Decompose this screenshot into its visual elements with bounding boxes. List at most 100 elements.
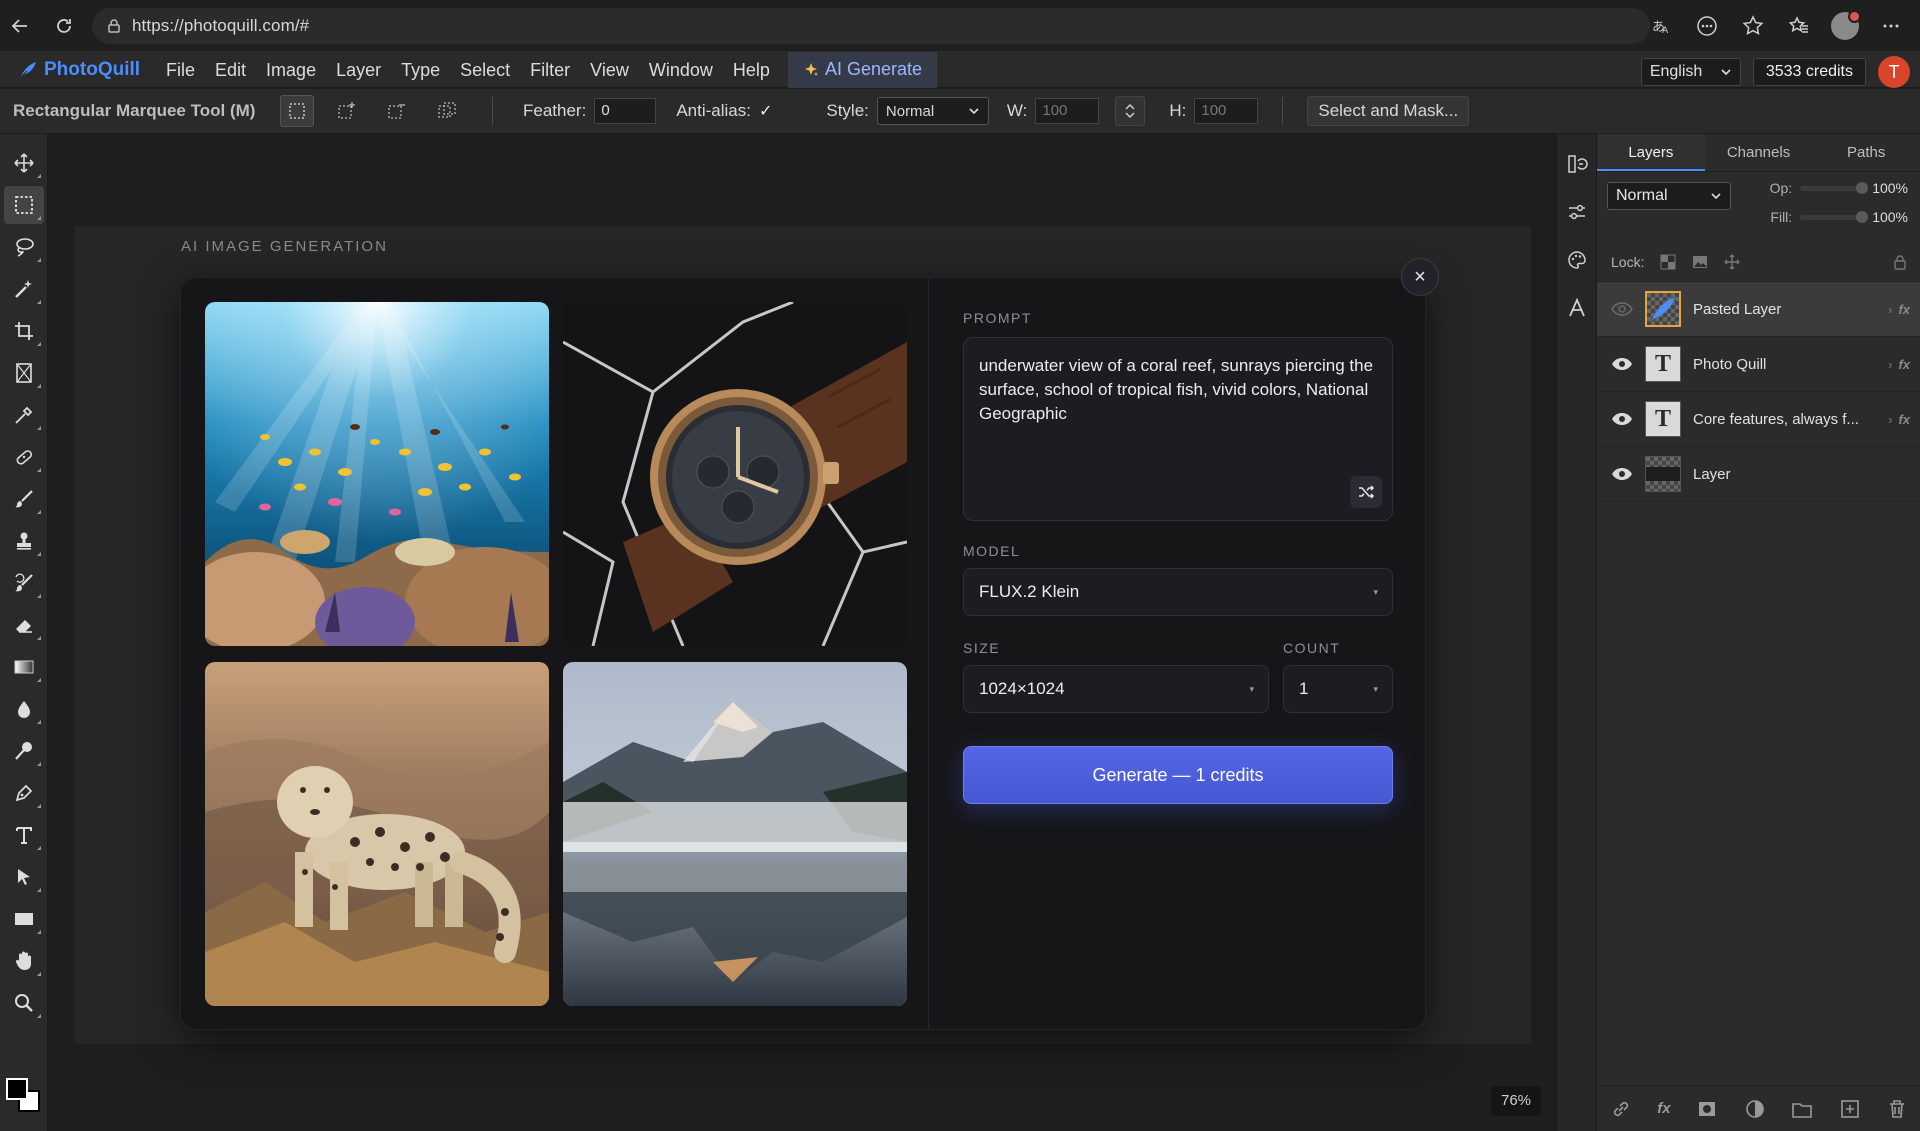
tab-paths[interactable]: Paths — [1812, 134, 1920, 171]
height-input[interactable]: 100 — [1194, 98, 1259, 124]
width-input[interactable]: 100 — [1035, 98, 1100, 124]
menu-layer[interactable]: Layer — [326, 52, 391, 88]
add-mask-icon[interactable] — [1696, 1098, 1718, 1120]
lock-transparent-icon[interactable] — [1660, 254, 1676, 270]
add-layer-style-button[interactable]: fx — [1657, 1100, 1670, 1117]
shuffle-prompt-icon[interactable] — [1350, 476, 1382, 508]
opacity-slider[interactable] — [1800, 181, 1869, 194]
back-icon[interactable] — [0, 6, 40, 46]
pen-tool-icon[interactable] — [4, 774, 44, 812]
eraser-tool-icon[interactable] — [4, 606, 44, 644]
adjustments-panel-icon[interactable] — [1557, 188, 1597, 236]
menu-filter[interactable]: Filter — [520, 52, 580, 88]
new-group-icon[interactable] — [1791, 1098, 1813, 1120]
menu-help[interactable]: Help — [723, 52, 780, 88]
eye-icon[interactable] — [1611, 302, 1633, 316]
layer-name[interactable]: Core features, always f... — [1693, 411, 1859, 428]
eyedropper-tool-icon[interactable] — [4, 396, 44, 434]
intersect-selection-icon[interactable] — [430, 95, 464, 127]
hand-tool-icon[interactable] — [4, 942, 44, 980]
color-palette-icon[interactable] — [1557, 236, 1597, 284]
feather-input[interactable]: 0 — [594, 98, 657, 124]
coral-reef-image[interactable] — [205, 302, 549, 646]
layer-fx-toggle[interactable]: fx — [1888, 412, 1910, 427]
path-selection-tool-icon[interactable] — [4, 858, 44, 896]
menu-ai-generate[interactable]: AI Generate — [787, 51, 937, 88]
opacity-control[interactable]: Op: 100% — [1770, 180, 1908, 196]
swap-dimensions-icon[interactable] — [1115, 96, 1146, 126]
layer-row[interactable]: T Photo Quill fx — [1597, 337, 1920, 392]
style-select[interactable]: Normal — [876, 97, 989, 125]
color-swatches[interactable] — [6, 1078, 42, 1114]
blend-mode-select[interactable]: Normal — [1607, 182, 1731, 210]
character-panel-icon[interactable] — [1557, 284, 1597, 332]
layer-name[interactable]: Photo Quill — [1693, 356, 1766, 373]
model-select[interactable]: FLUX.2 Klein ▾ — [963, 568, 1393, 616]
eye-icon[interactable] — [1611, 412, 1633, 426]
mountain-lake-image[interactable] — [563, 662, 907, 1006]
select-and-mask-button[interactable]: Select and Mask... — [1307, 96, 1470, 126]
language-select[interactable]: English — [1640, 58, 1741, 86]
prompt-textarea[interactable]: underwater view of a coral reef, sunrays… — [963, 337, 1393, 521]
type-tool-icon[interactable] — [4, 816, 44, 854]
antialias-checkbox[interactable]: ✓ — [759, 101, 772, 121]
layer-name[interactable]: Pasted Layer — [1693, 301, 1781, 318]
marquee-tool-icon[interactable] — [4, 186, 44, 224]
fill-control[interactable]: Fill: 100% — [1770, 209, 1908, 225]
lock-image-icon[interactable] — [1692, 254, 1708, 270]
blur-tool-icon[interactable] — [4, 690, 44, 728]
tab-channels[interactable]: Channels — [1705, 134, 1813, 171]
link-layers-icon[interactable] — [1610, 1098, 1632, 1120]
brand[interactable]: PhotoQuill — [0, 59, 156, 81]
eye-icon[interactable] — [1611, 467, 1633, 481]
crop-tool-icon[interactable] — [4, 312, 44, 350]
size-select[interactable]: 1024×1024 ▾ — [963, 665, 1269, 713]
translate-icon[interactable]: あA — [1640, 6, 1682, 46]
credits-badge[interactable]: 3533 credits — [1752, 58, 1866, 86]
eye-icon[interactable] — [1611, 357, 1633, 371]
menu-edit[interactable]: Edit — [205, 52, 256, 88]
clone-stamp-tool-icon[interactable] — [4, 522, 44, 560]
tab-layers[interactable]: Layers — [1597, 134, 1705, 171]
layer-name[interactable]: Layer — [1693, 466, 1731, 483]
favorites-icon[interactable] — [1778, 6, 1820, 46]
frame-tool-icon[interactable] — [4, 354, 44, 392]
lock-all-icon[interactable] — [1892, 254, 1908, 270]
layer-row[interactable]: Layer — [1597, 447, 1920, 502]
new-selection-icon[interactable] — [280, 95, 314, 127]
lasso-tool-icon[interactable] — [4, 228, 44, 266]
subtract-selection-icon[interactable] — [380, 95, 414, 127]
menu-window[interactable]: Window — [639, 52, 723, 88]
zoom-tool-icon[interactable] — [4, 984, 44, 1022]
brush-tool-icon[interactable] — [4, 480, 44, 518]
menu-image[interactable]: Image — [256, 52, 326, 88]
wristwatch-image[interactable] — [563, 302, 907, 646]
layer-fx-toggle[interactable]: fx — [1888, 302, 1910, 317]
menu-type[interactable]: Type — [391, 52, 450, 88]
user-avatar[interactable]: T — [1878, 56, 1910, 88]
adjustment-layer-icon[interactable] — [1744, 1098, 1766, 1120]
site-info-icon[interactable] — [106, 18, 122, 34]
reload-icon[interactable] — [44, 6, 84, 46]
snow-leopard-image[interactable] — [205, 662, 549, 1006]
browser-menu-icon[interactable] — [1870, 6, 1912, 46]
foreground-color-swatch[interactable] — [6, 1078, 28, 1100]
history-brush-tool-icon[interactable] — [4, 564, 44, 602]
dodge-tool-icon[interactable] — [4, 732, 44, 770]
layer-row[interactable]: Pasted Layer fx — [1597, 282, 1920, 337]
menu-file[interactable]: File — [156, 52, 205, 88]
more-options-circle-icon[interactable] — [1686, 6, 1728, 46]
fill-slider[interactable] — [1800, 210, 1869, 223]
menu-select[interactable]: Select — [450, 52, 520, 88]
healing-tool-icon[interactable] — [4, 438, 44, 476]
address-bar[interactable]: https://photoquill.com/# — [92, 8, 1650, 44]
lock-position-icon[interactable] — [1724, 254, 1740, 270]
new-layer-icon[interactable] — [1839, 1098, 1861, 1120]
layer-fx-toggle[interactable]: fx — [1888, 357, 1910, 372]
rectangle-tool-icon[interactable] — [4, 900, 44, 938]
history-panel-icon[interactable] — [1557, 140, 1597, 188]
star-icon[interactable] — [1732, 6, 1774, 46]
magic-wand-tool-icon[interactable] — [4, 270, 44, 308]
profile-button[interactable] — [1824, 6, 1866, 46]
move-tool-icon[interactable] — [4, 144, 44, 182]
